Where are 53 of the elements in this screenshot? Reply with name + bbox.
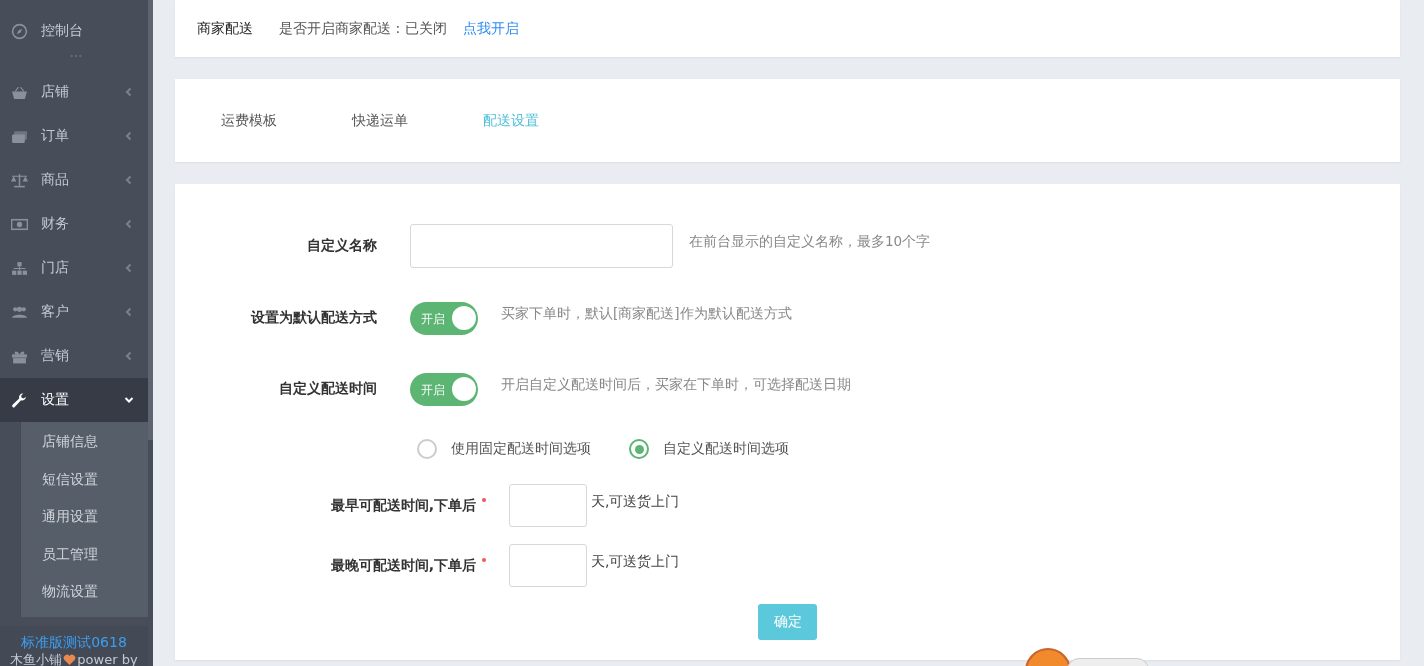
tab[interactable]: 运费模板 [221,111,277,130]
menu-item[interactable]: 店铺 [0,70,148,114]
chevron-left-icon [124,219,134,229]
submenu-item[interactable]: 通用设置 [21,498,148,536]
field-label: 自定义配送时间 [278,380,377,398]
submenu-item[interactable]: 员工管理 [21,535,148,573]
radio-option[interactable]: 使用固定配送时间选项 [417,439,591,459]
menu-item[interactable]: 客户 [0,290,148,334]
power-by-text: power by [77,651,138,666]
version-link[interactable]: 标准版测试0618 [0,633,148,651]
menu-item[interactable]: 财务 [0,202,148,246]
card-title: 商家配送 [197,19,253,38]
chevron-down-icon [124,395,134,405]
menu-item[interactable]: 门店 [0,246,148,290]
tab[interactable]: 快递运单 [352,111,408,130]
heart-icon [63,654,77,665]
field-label: 最晚可配送时间,下单后 [329,556,476,575]
days-input-field[interactable] [509,484,587,527]
days-input-field[interactable] [509,544,587,587]
menu-item[interactable]: 订单 [0,114,148,158]
shop-name: 木鱼小铺 [10,651,63,666]
menu-item[interactable]: 营销 [0,334,148,378]
radio-button[interactable] [417,439,437,459]
chevron-left-icon [124,307,134,317]
enable-link[interactable]: 点我开启 [462,19,519,38]
field-hint: 买家下单时，默认[商家配送]作为默认配送方式 [501,305,792,323]
field-label: 设置为默认配送方式 [249,309,377,327]
unit-text: 天,可送货上门 [591,492,680,511]
radio-button[interactable] [629,439,649,459]
name-input-field[interactable] [410,224,673,268]
radio-option[interactable]: 自定义配送时间选项 [629,439,789,459]
field-hint: 在前台显示的自定义名称，最多10个字 [689,233,931,251]
chevron-left-icon [124,263,134,273]
submenu-item[interactable]: 店铺信息 [21,423,148,461]
field-label: 最早可配送时间,下单后 [329,496,476,515]
chevron-left-icon [124,87,134,97]
chevron-left-icon [124,131,134,141]
scrollbar[interactable] [148,0,153,440]
sitemap-icon [11,259,28,277]
chevron-left-icon [124,175,134,185]
submenu-item[interactable]: 物流设置 [21,573,148,611]
menu-item[interactable]: 控制台 [0,9,148,53]
compass-icon [11,22,28,40]
field-hint: 开启自定义配送时间后，买家在下单时，可选择配送日期 [501,376,851,394]
submenu-item[interactable]: 短信设置 [21,460,148,498]
scale-icon [11,171,28,189]
menu-item[interactable]: 商品 [0,158,148,202]
status-text: 是否开启商家配送 : 已关闭 [279,19,447,38]
chevron-left-icon [124,351,134,361]
wrench-icon [11,391,28,409]
field-label: 自定义名称 [306,237,377,255]
unit-text: 天,可送货上门 [591,552,680,571]
menu-item[interactable]: 设置 [0,378,148,422]
